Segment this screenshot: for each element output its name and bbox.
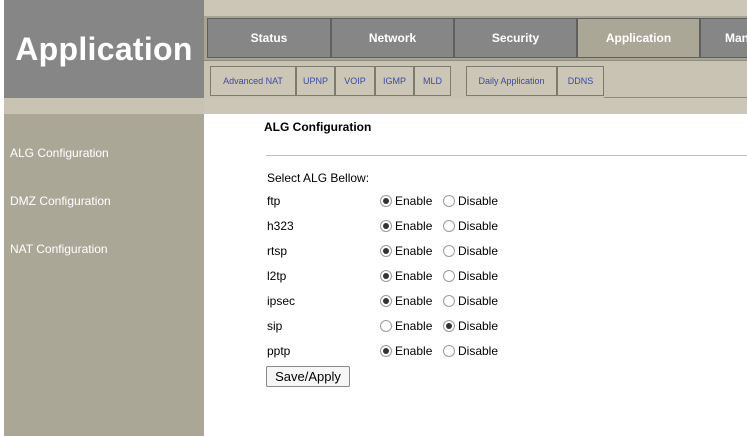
disable-radio[interactable] bbox=[443, 245, 455, 257]
sub-nav: Advanced NAT UPNP VOIP IGMP MLD Daily Ap… bbox=[204, 60, 747, 98]
alg-name: sip bbox=[267, 319, 283, 333]
enable-option[interactable]: Enable bbox=[380, 244, 432, 258]
disable-option[interactable]: Disable bbox=[443, 344, 498, 358]
alg-name: rtsp bbox=[267, 244, 288, 258]
section-divider bbox=[266, 155, 747, 156]
subtab-voip[interactable]: VOIP bbox=[335, 66, 375, 96]
alg-name: pptp bbox=[267, 344, 291, 358]
alg-row-rtsp: rtsp Enable Disable bbox=[267, 244, 567, 260]
disable-radio[interactable] bbox=[443, 220, 455, 232]
tab-management[interactable]: Man bbox=[700, 18, 747, 58]
tab-application[interactable]: Application bbox=[577, 18, 700, 58]
disable-option[interactable]: Disable bbox=[443, 269, 498, 283]
disable-radio[interactable] bbox=[443, 320, 455, 332]
disable-radio[interactable] bbox=[443, 345, 455, 357]
alg-row-ipsec: ipsec Enable Disable bbox=[267, 294, 567, 310]
save-apply-button[interactable]: Save/Apply bbox=[266, 366, 350, 387]
disable-radio[interactable] bbox=[443, 195, 455, 207]
subtab-daily-application[interactable]: Daily Application bbox=[466, 66, 557, 96]
disable-option[interactable]: Disable bbox=[443, 294, 498, 308]
disable-label: Disable bbox=[458, 269, 499, 283]
select-alg-label: Select ALG Bellow: bbox=[267, 171, 370, 185]
enable-label: Enable bbox=[395, 244, 433, 258]
subtab-mld[interactable]: MLD bbox=[414, 66, 451, 96]
sidebar-top-bar bbox=[4, 98, 204, 114]
enable-radio[interactable] bbox=[380, 220, 392, 232]
top-strip bbox=[204, 0, 747, 16]
sidebar: ALG Configuration DMZ Configuration NAT … bbox=[4, 98, 204, 436]
alg-row-l2tp: l2tp Enable Disable bbox=[267, 269, 567, 285]
section-title: ALG Configuration bbox=[264, 120, 372, 134]
enable-radio[interactable] bbox=[380, 245, 392, 257]
subtab-upnp[interactable]: UPNP bbox=[296, 66, 335, 96]
enable-radio[interactable] bbox=[380, 295, 392, 307]
disable-label: Disable bbox=[458, 294, 499, 308]
enable-label: Enable bbox=[395, 294, 433, 308]
enable-option[interactable]: Enable bbox=[380, 219, 432, 233]
disable-label: Disable bbox=[458, 344, 499, 358]
main-tabs: Status Network Security Application Man bbox=[204, 16, 747, 60]
tab-security[interactable]: Security bbox=[454, 18, 577, 58]
disable-option[interactable]: Disable bbox=[443, 319, 498, 333]
alg-row-pptp: pptp Enable Disable bbox=[267, 344, 567, 360]
alg-row-sip: sip Enable Disable bbox=[267, 319, 567, 335]
alg-name: ipsec bbox=[267, 294, 296, 308]
enable-radio[interactable] bbox=[380, 345, 392, 357]
disable-label: Disable bbox=[458, 219, 499, 233]
alg-name: ftp bbox=[267, 194, 281, 208]
tab-status[interactable]: Status bbox=[207, 18, 331, 58]
sidebar-item-nat[interactable]: NAT Configuration bbox=[10, 242, 108, 256]
disable-label: Disable bbox=[458, 194, 499, 208]
disable-label: Disable bbox=[458, 244, 499, 258]
enable-option[interactable]: Enable bbox=[380, 294, 432, 308]
enable-label: Enable bbox=[395, 219, 433, 233]
sidebar-item-dmz[interactable]: DMZ Configuration bbox=[10, 194, 111, 208]
main-content: ALG Configuration Select ALG Bellow: ftp… bbox=[204, 114, 747, 436]
disable-option[interactable]: Disable bbox=[443, 219, 498, 233]
alg-row-h323: h323 Enable Disable bbox=[267, 219, 567, 235]
enable-label: Enable bbox=[395, 269, 433, 283]
alg-row-ftp: ftp Enable Disable bbox=[267, 194, 567, 210]
enable-option[interactable]: Enable bbox=[380, 269, 432, 283]
content-top-bar bbox=[204, 98, 747, 114]
alg-name: l2tp bbox=[267, 269, 287, 283]
disable-label: Disable bbox=[458, 319, 499, 333]
page-title: Application bbox=[15, 30, 193, 67]
subtab-igmp[interactable]: IGMP bbox=[375, 66, 414, 96]
enable-option[interactable]: Enable bbox=[380, 319, 432, 333]
enable-label: Enable bbox=[395, 344, 433, 358]
tab-network[interactable]: Network bbox=[331, 18, 454, 58]
disable-radio[interactable] bbox=[443, 270, 455, 282]
disable-option[interactable]: Disable bbox=[443, 194, 498, 208]
enable-radio[interactable] bbox=[380, 270, 392, 282]
enable-radio[interactable] bbox=[380, 320, 392, 332]
sidebar-item-alg[interactable]: ALG Configuration bbox=[10, 146, 109, 160]
disable-radio[interactable] bbox=[443, 295, 455, 307]
alg-name: h323 bbox=[267, 219, 294, 233]
enable-label: Enable bbox=[395, 194, 433, 208]
app-banner: Application bbox=[4, 0, 204, 98]
enable-option[interactable]: Enable bbox=[380, 344, 432, 358]
subtab-advanced-nat[interactable]: Advanced NAT bbox=[210, 66, 296, 96]
enable-label: Enable bbox=[395, 319, 433, 333]
enable-option[interactable]: Enable bbox=[380, 194, 432, 208]
subtab-ddns[interactable]: DDNS bbox=[557, 66, 604, 96]
disable-option[interactable]: Disable bbox=[443, 244, 498, 258]
enable-radio[interactable] bbox=[380, 195, 392, 207]
